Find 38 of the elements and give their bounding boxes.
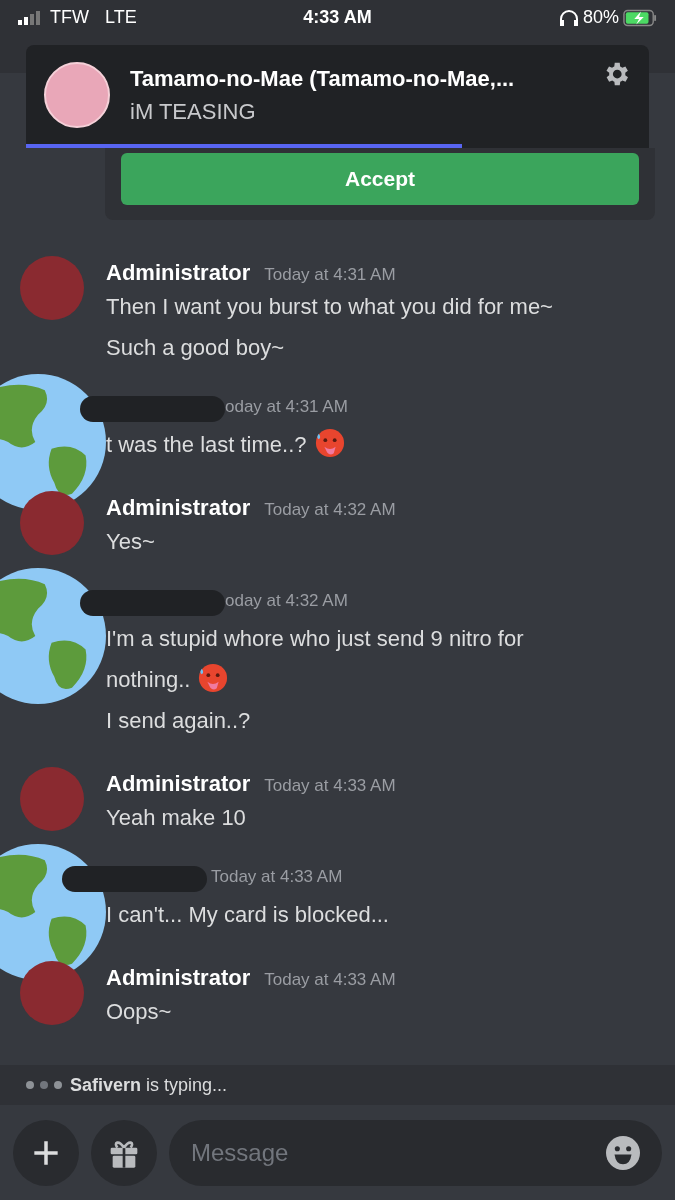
message-text: I'm a stupid whore who just send 9 nitro for nothing.. (106, 625, 525, 695)
notification-title: Tamamo-no-Mae (Tamamo-no-Mae,... (130, 64, 516, 93)
signal-icon (18, 10, 42, 25)
timestamp: Today at 4:31 AM (264, 264, 396, 286)
message-text: Such a good boy~ (106, 334, 285, 362)
author-name[interactable]: Administrator (106, 767, 251, 800)
timestamp: Today at 4:32 AM (264, 499, 396, 521)
clock: 4:33 AM (302, 6, 373, 29)
headphones-icon (558, 8, 579, 27)
battery-percent: 80% (582, 6, 619, 29)
timestamp: oday at 4:31 AM (225, 396, 348, 418)
message-field[interactable]: Message (169, 1119, 662, 1186)
timestamp: Today at 4:33 AM (264, 969, 396, 991)
message-text: I send again..? (106, 707, 252, 735)
message-text: Yeah make 10 (106, 804, 247, 832)
globe-icon (0, 568, 106, 704)
notification-message: iM TEASING (130, 97, 257, 126)
message-text: t was the last time..? (106, 424, 606, 465)
battery-charging-icon (623, 8, 657, 27)
timestamp: Today at 4:33 AM (211, 866, 343, 888)
notification-toast[interactable]: Tamamo-no-Mae (Tamamo-no-Mae,... iM TEASING (26, 45, 649, 148)
message-text: Then I want you burst to what you did for me~ (106, 293, 554, 321)
author-name[interactable]: Administrator (106, 491, 251, 524)
smiley-icon[interactable] (606, 1135, 640, 1170)
author-name[interactable]: Administrator (106, 961, 251, 994)
avatar[interactable] (20, 961, 84, 1025)
timestamp: oday at 4:32 AM (225, 590, 348, 612)
typing-dots-icon (26, 1081, 62, 1089)
author-name[interactable]: Administrator (106, 256, 251, 289)
message-text: Yes~ (106, 528, 156, 556)
avatar[interactable] (20, 491, 84, 555)
timestamp: Today at 4:33 AM (264, 775, 396, 797)
message-text: I can't... My card is blocked... (106, 901, 390, 929)
typing-text: Safivern is typing... (70, 1073, 228, 1097)
carrier-label: TFW (50, 6, 89, 29)
plus-icon (32, 1138, 60, 1167)
network-label: LTE (105, 6, 137, 29)
message-text: Oops~ (106, 998, 173, 1026)
